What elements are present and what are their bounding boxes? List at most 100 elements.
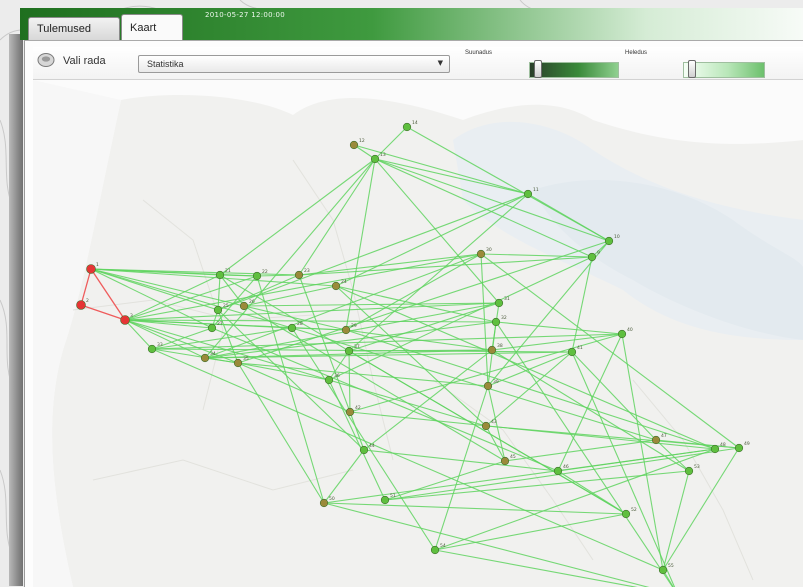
map-node-marker[interactable] bbox=[252, 271, 262, 281]
map-node-marker[interactable] bbox=[349, 140, 359, 150]
map-node-label: 50 bbox=[329, 496, 335, 502]
map-node-marker[interactable] bbox=[233, 358, 243, 368]
map-node-marker[interactable] bbox=[684, 466, 694, 476]
map-node-marker[interactable] bbox=[294, 270, 304, 280]
map-node-marker[interactable] bbox=[587, 252, 597, 262]
map-node-marker[interactable] bbox=[617, 329, 627, 339]
map-node-marker[interactable] bbox=[120, 315, 130, 325]
map-node-label: 9 bbox=[597, 250, 600, 256]
map-node-marker[interactable] bbox=[341, 325, 351, 335]
route-disc-icon[interactable] bbox=[37, 52, 55, 68]
map-node-label: 23 bbox=[304, 268, 310, 274]
map-node-label: 54 bbox=[440, 543, 446, 549]
map-node-marker[interactable] bbox=[483, 381, 493, 391]
map-node-label: 24 bbox=[341, 279, 347, 285]
map-node-label: 3 bbox=[130, 313, 133, 319]
map-node-marker[interactable] bbox=[491, 317, 501, 327]
map-node-marker[interactable] bbox=[324, 375, 334, 385]
map-node-marker[interactable] bbox=[239, 301, 249, 311]
map-node-label: 32 bbox=[501, 315, 507, 321]
map-node-marker[interactable] bbox=[553, 466, 563, 476]
timestamp: 2010-05-27 12:00:00 bbox=[205, 11, 286, 19]
map-node-label: 27 bbox=[217, 321, 223, 327]
map-node-label: 28 bbox=[297, 321, 303, 327]
map-node-marker[interactable] bbox=[287, 323, 297, 333]
map-node-label: 36 bbox=[334, 373, 340, 379]
map-node-marker[interactable] bbox=[651, 435, 661, 445]
map-node-label: 29 bbox=[351, 323, 357, 329]
map-node-marker[interactable] bbox=[430, 545, 440, 555]
map-base bbox=[33, 80, 803, 587]
map-node-label: 55 bbox=[668, 563, 674, 569]
map-node-label: 39 bbox=[493, 379, 499, 385]
map-toolbar: Vali rada Statistika ▼ Suunadus Heledus bbox=[33, 47, 803, 80]
map-node-marker[interactable] bbox=[213, 305, 223, 315]
map-node-marker[interactable] bbox=[710, 444, 720, 454]
map-node-marker[interactable] bbox=[331, 281, 341, 291]
tab-kaart[interactable]: Kaart bbox=[121, 14, 183, 41]
speed-slider-thumb[interactable] bbox=[688, 60, 696, 78]
map-node-label: 25 bbox=[223, 303, 229, 309]
map-node-marker[interactable] bbox=[567, 347, 577, 357]
route-select[interactable]: Statistika ▼ bbox=[138, 55, 450, 73]
map-node-marker[interactable] bbox=[487, 345, 497, 355]
map-node-label: 51 bbox=[390, 493, 396, 499]
map-node-marker[interactable] bbox=[344, 346, 354, 356]
route-select-value: Statistika bbox=[147, 59, 184, 69]
map-node-marker[interactable] bbox=[359, 445, 369, 455]
speed-label: Heledus bbox=[625, 50, 648, 56]
map-node-marker[interactable] bbox=[481, 421, 491, 431]
map-node-marker[interactable] bbox=[494, 298, 504, 308]
map-node-label: 40 bbox=[627, 327, 633, 333]
map-node-label: 21 bbox=[225, 268, 231, 274]
map-node-marker[interactable] bbox=[621, 509, 631, 519]
map-node-marker[interactable] bbox=[215, 270, 225, 280]
chevron-down-icon[interactable]: ▼ bbox=[438, 59, 443, 67]
map-node-label: 38 bbox=[497, 343, 503, 349]
map-node-marker[interactable] bbox=[500, 456, 510, 466]
map-node-marker[interactable] bbox=[207, 323, 217, 333]
map-node-label: 45 bbox=[510, 454, 516, 460]
map-node-marker[interactable] bbox=[402, 122, 412, 132]
map-node-marker[interactable] bbox=[345, 407, 355, 417]
map-node-label: 41 bbox=[577, 345, 583, 351]
map-node-label: 13 bbox=[380, 152, 386, 158]
map-node-label: 1 bbox=[96, 262, 99, 268]
map-node-label: 34 bbox=[210, 351, 216, 357]
map-node-label: 12 bbox=[359, 138, 365, 144]
map-node-marker[interactable] bbox=[319, 498, 329, 508]
direction-label: Suunadus bbox=[465, 50, 493, 56]
map-node-label: 14 bbox=[412, 120, 418, 126]
map-node-marker[interactable] bbox=[86, 264, 96, 274]
map-node-label: 10 bbox=[614, 234, 620, 240]
map-node-label: 44 bbox=[369, 443, 375, 449]
map-node-marker[interactable] bbox=[734, 443, 744, 453]
map-node-marker[interactable] bbox=[523, 189, 533, 199]
window-left-frame bbox=[9, 34, 23, 586]
map-node-marker[interactable] bbox=[147, 344, 157, 354]
map-node-label: 31 bbox=[504, 296, 510, 302]
map-node-marker[interactable] bbox=[380, 495, 390, 505]
map-node-marker[interactable] bbox=[200, 353, 210, 363]
direction-slider[interactable] bbox=[529, 60, 619, 78]
map-node-label: 2 bbox=[86, 298, 89, 304]
map-node-label: 48 bbox=[720, 442, 726, 448]
map-node-label: 42 bbox=[355, 405, 361, 411]
map-panel: Vali rada Statistika ▼ Suunadus Heledus bbox=[24, 40, 803, 587]
direction-slider-thumb[interactable] bbox=[534, 60, 542, 78]
map-node-label: 49 bbox=[744, 441, 750, 447]
map-node-marker[interactable] bbox=[658, 565, 668, 575]
speed-slider[interactable] bbox=[683, 60, 765, 78]
map-node-marker[interactable] bbox=[604, 236, 614, 246]
map-node-marker[interactable] bbox=[76, 300, 86, 310]
map-node-label: 11 bbox=[533, 187, 539, 193]
map-canvas[interactable]: 1412131110912321 22 2324252627 28 2930313233… bbox=[33, 80, 803, 587]
map-node-label: 35 bbox=[243, 356, 249, 362]
map-node-label: 53 bbox=[694, 464, 700, 470]
map-node-label: 46 bbox=[563, 464, 569, 470]
map-node-marker[interactable] bbox=[476, 249, 486, 259]
map-node-label: 26 bbox=[249, 299, 255, 305]
tab-tulemused[interactable]: Tulemused bbox=[28, 17, 120, 40]
map-node-label: 47 bbox=[661, 433, 667, 439]
map-node-marker[interactable] bbox=[370, 154, 380, 164]
